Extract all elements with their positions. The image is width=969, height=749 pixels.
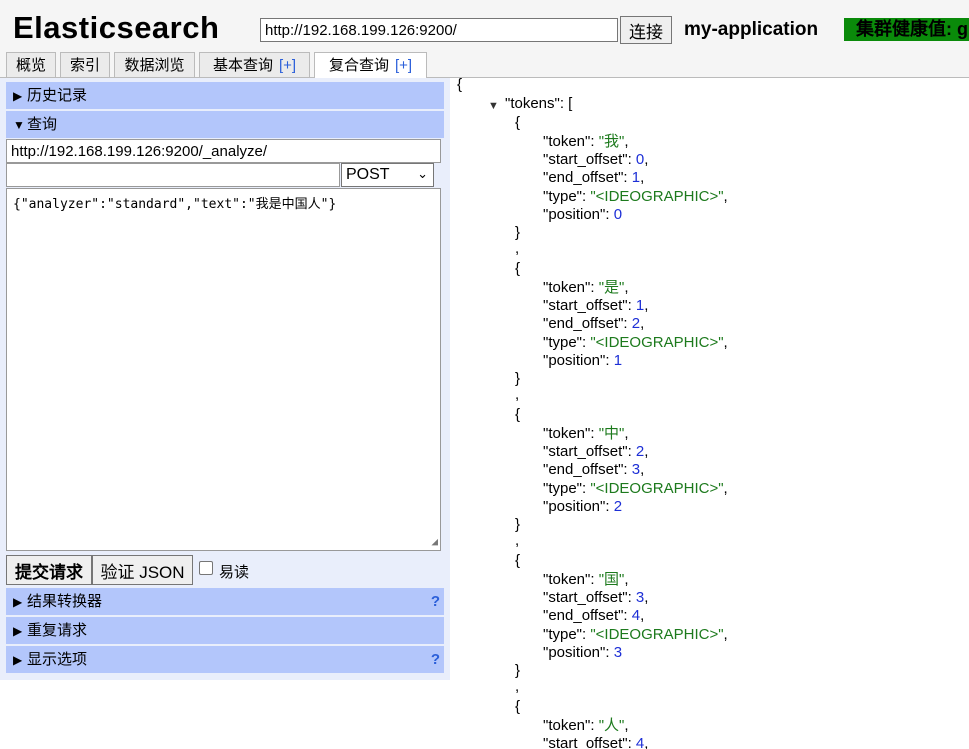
triangle-right-icon: ▶: [13, 653, 23, 667]
query-path-input[interactable]: [6, 163, 340, 187]
json-field-token: "token": "中",: [543, 425, 629, 442]
submit-request-button[interactable]: 提交请求: [6, 555, 92, 585]
json-field-start-offset: "start_offset": 4,: [543, 735, 649, 749]
app-header: Elasticsearch 连接 my-application 集群健康值: g: [0, 0, 969, 48]
repeat-label: 重复请求: [27, 622, 88, 639]
transformer-label: 结果转换器: [27, 593, 103, 610]
json-field-end-offset: "end_offset": 1,: [543, 169, 645, 187]
history-section-toggle[interactable]: ▶ 历史记录: [6, 82, 444, 109]
help-icon[interactable]: ?: [431, 646, 440, 673]
json-field-type: "type": "<IDEOGRAPHIC>",: [543, 187, 728, 205]
tab-label: 概览: [15, 57, 46, 74]
cluster-name: my-application: [684, 19, 819, 40]
triangle-right-icon: ▶: [13, 624, 23, 638]
repeat-section-toggle[interactable]: ▶ 重复请求: [6, 617, 444, 644]
tab-indices[interactable]: 索引: [60, 52, 110, 77]
tab-overview[interactable]: 概览: [6, 52, 56, 77]
json-field-type: "type": "<IDEOGRAPHIC>",: [543, 625, 728, 643]
json-field-token: "token": "我",: [543, 133, 629, 150]
json-field-position: "position": 0: [543, 205, 623, 223]
tab-label: 复合查询: [328, 57, 389, 74]
add-basic-query-link[interactable]: [+]: [279, 57, 296, 74]
json-object-open: {: [515, 114, 521, 131]
json-field-start-offset: "start_offset": 2,: [543, 443, 649, 461]
json-tokens-key: "tokens": [: [505, 95, 573, 112]
method-value: POST: [346, 166, 390, 183]
tab-label: 数据浏览: [124, 57, 185, 74]
json-field-token: "token": "国",: [543, 571, 629, 588]
json-field-type: "type": "<IDEOGRAPHIC>",: [543, 333, 728, 351]
tab-basic-query[interactable]: 基本查询 [+]: [199, 52, 310, 77]
app-title: Elasticsearch: [13, 10, 220, 45]
transformer-section-toggle[interactable]: ▶ 结果转换器 ?: [6, 588, 444, 615]
json-open-brace: {: [457, 76, 463, 93]
chevron-down-icon: ⌄: [417, 166, 428, 181]
json-field-end-offset: "end_offset": 3,: [543, 461, 645, 479]
method-select[interactable]: POST ⌄: [341, 163, 434, 187]
json-field-start-offset: "start_offset": 0,: [543, 151, 649, 169]
pretty-label: 易读: [219, 564, 250, 581]
query-label: 查询: [27, 116, 58, 133]
display-label: 显示选项: [27, 651, 88, 668]
triangle-down-icon[interactable]: ▼: [488, 100, 499, 112]
display-options-toggle[interactable]: ▶ 显示选项 ?: [6, 646, 444, 673]
query-body-textarea[interactable]: {"analyzer":"standard","text":"我是中国人"} ◢: [6, 188, 441, 551]
add-compound-query-link[interactable]: [+]: [395, 57, 412, 74]
json-comma: ,: [515, 532, 520, 549]
json-field-start-offset: "start_offset": 3,: [543, 589, 649, 607]
triangle-down-icon: ▼: [13, 118, 25, 132]
connect-button[interactable]: 连接: [620, 16, 672, 44]
query-panel: ▶ 历史记录 ▼查询 POST ⌄ {"analyzer":"standard",…: [0, 78, 450, 680]
json-result-viewer: { ▼ "tokens": [ {"token": "我", "start_off…: [457, 76, 969, 749]
resize-grip-icon[interactable]: ◢: [431, 535, 438, 548]
tab-label: 索引: [69, 57, 100, 74]
json-field-position: "position": 2: [543, 497, 623, 515]
tab-label: 基本查询: [212, 57, 273, 74]
validate-json-button[interactable]: 验证 JSON: [92, 555, 193, 585]
json-field-token: "token": "人",: [543, 717, 629, 734]
json-object-open: {: [515, 406, 521, 423]
json-field-end-offset: "end_offset": 4,: [543, 607, 645, 625]
query-section-toggle[interactable]: ▼ 查询: [6, 111, 444, 138]
json-object-open: {: [515, 552, 521, 569]
cluster-url-input[interactable]: [260, 18, 618, 42]
query-url-input[interactable]: [6, 139, 441, 163]
help-icon[interactable]: ?: [431, 588, 440, 615]
json-field-end-offset: "end_offset": 2,: [543, 315, 645, 333]
json-field-start-offset: "start_offset": 1,: [543, 297, 649, 315]
json-field-token: "token": "是",: [543, 279, 629, 296]
json-field-position: "position": 1: [543, 351, 623, 369]
tab-browser[interactable]: 数据浏览: [114, 52, 195, 77]
tab-compound-query[interactable]: 复合查询 [+]: [314, 52, 427, 78]
tab-bar: 概览 索引 数据浏览 基本查询 [+] 复合查询 [+]: [0, 48, 969, 78]
json-comma: ,: [515, 678, 520, 695]
query-body-text: {"analyzer":"standard","text":"我是中国人"}: [13, 197, 337, 212]
json-field-type: "type": "<IDEOGRAPHIC>",: [543, 479, 728, 497]
triangle-right-icon: ▶: [13, 89, 23, 103]
triangle-right-icon: ▶: [13, 595, 23, 609]
history-label: 历史记录: [27, 87, 88, 104]
json-object-open: {: [515, 698, 521, 715]
json-comma: ,: [515, 386, 520, 403]
json-object-open: {: [515, 260, 521, 277]
pretty-checkbox[interactable]: [199, 561, 213, 575]
cluster-health-badge: 集群健康值: g: [844, 18, 969, 41]
json-field-position: "position": 3: [543, 643, 623, 661]
json-comma: ,: [515, 240, 520, 257]
